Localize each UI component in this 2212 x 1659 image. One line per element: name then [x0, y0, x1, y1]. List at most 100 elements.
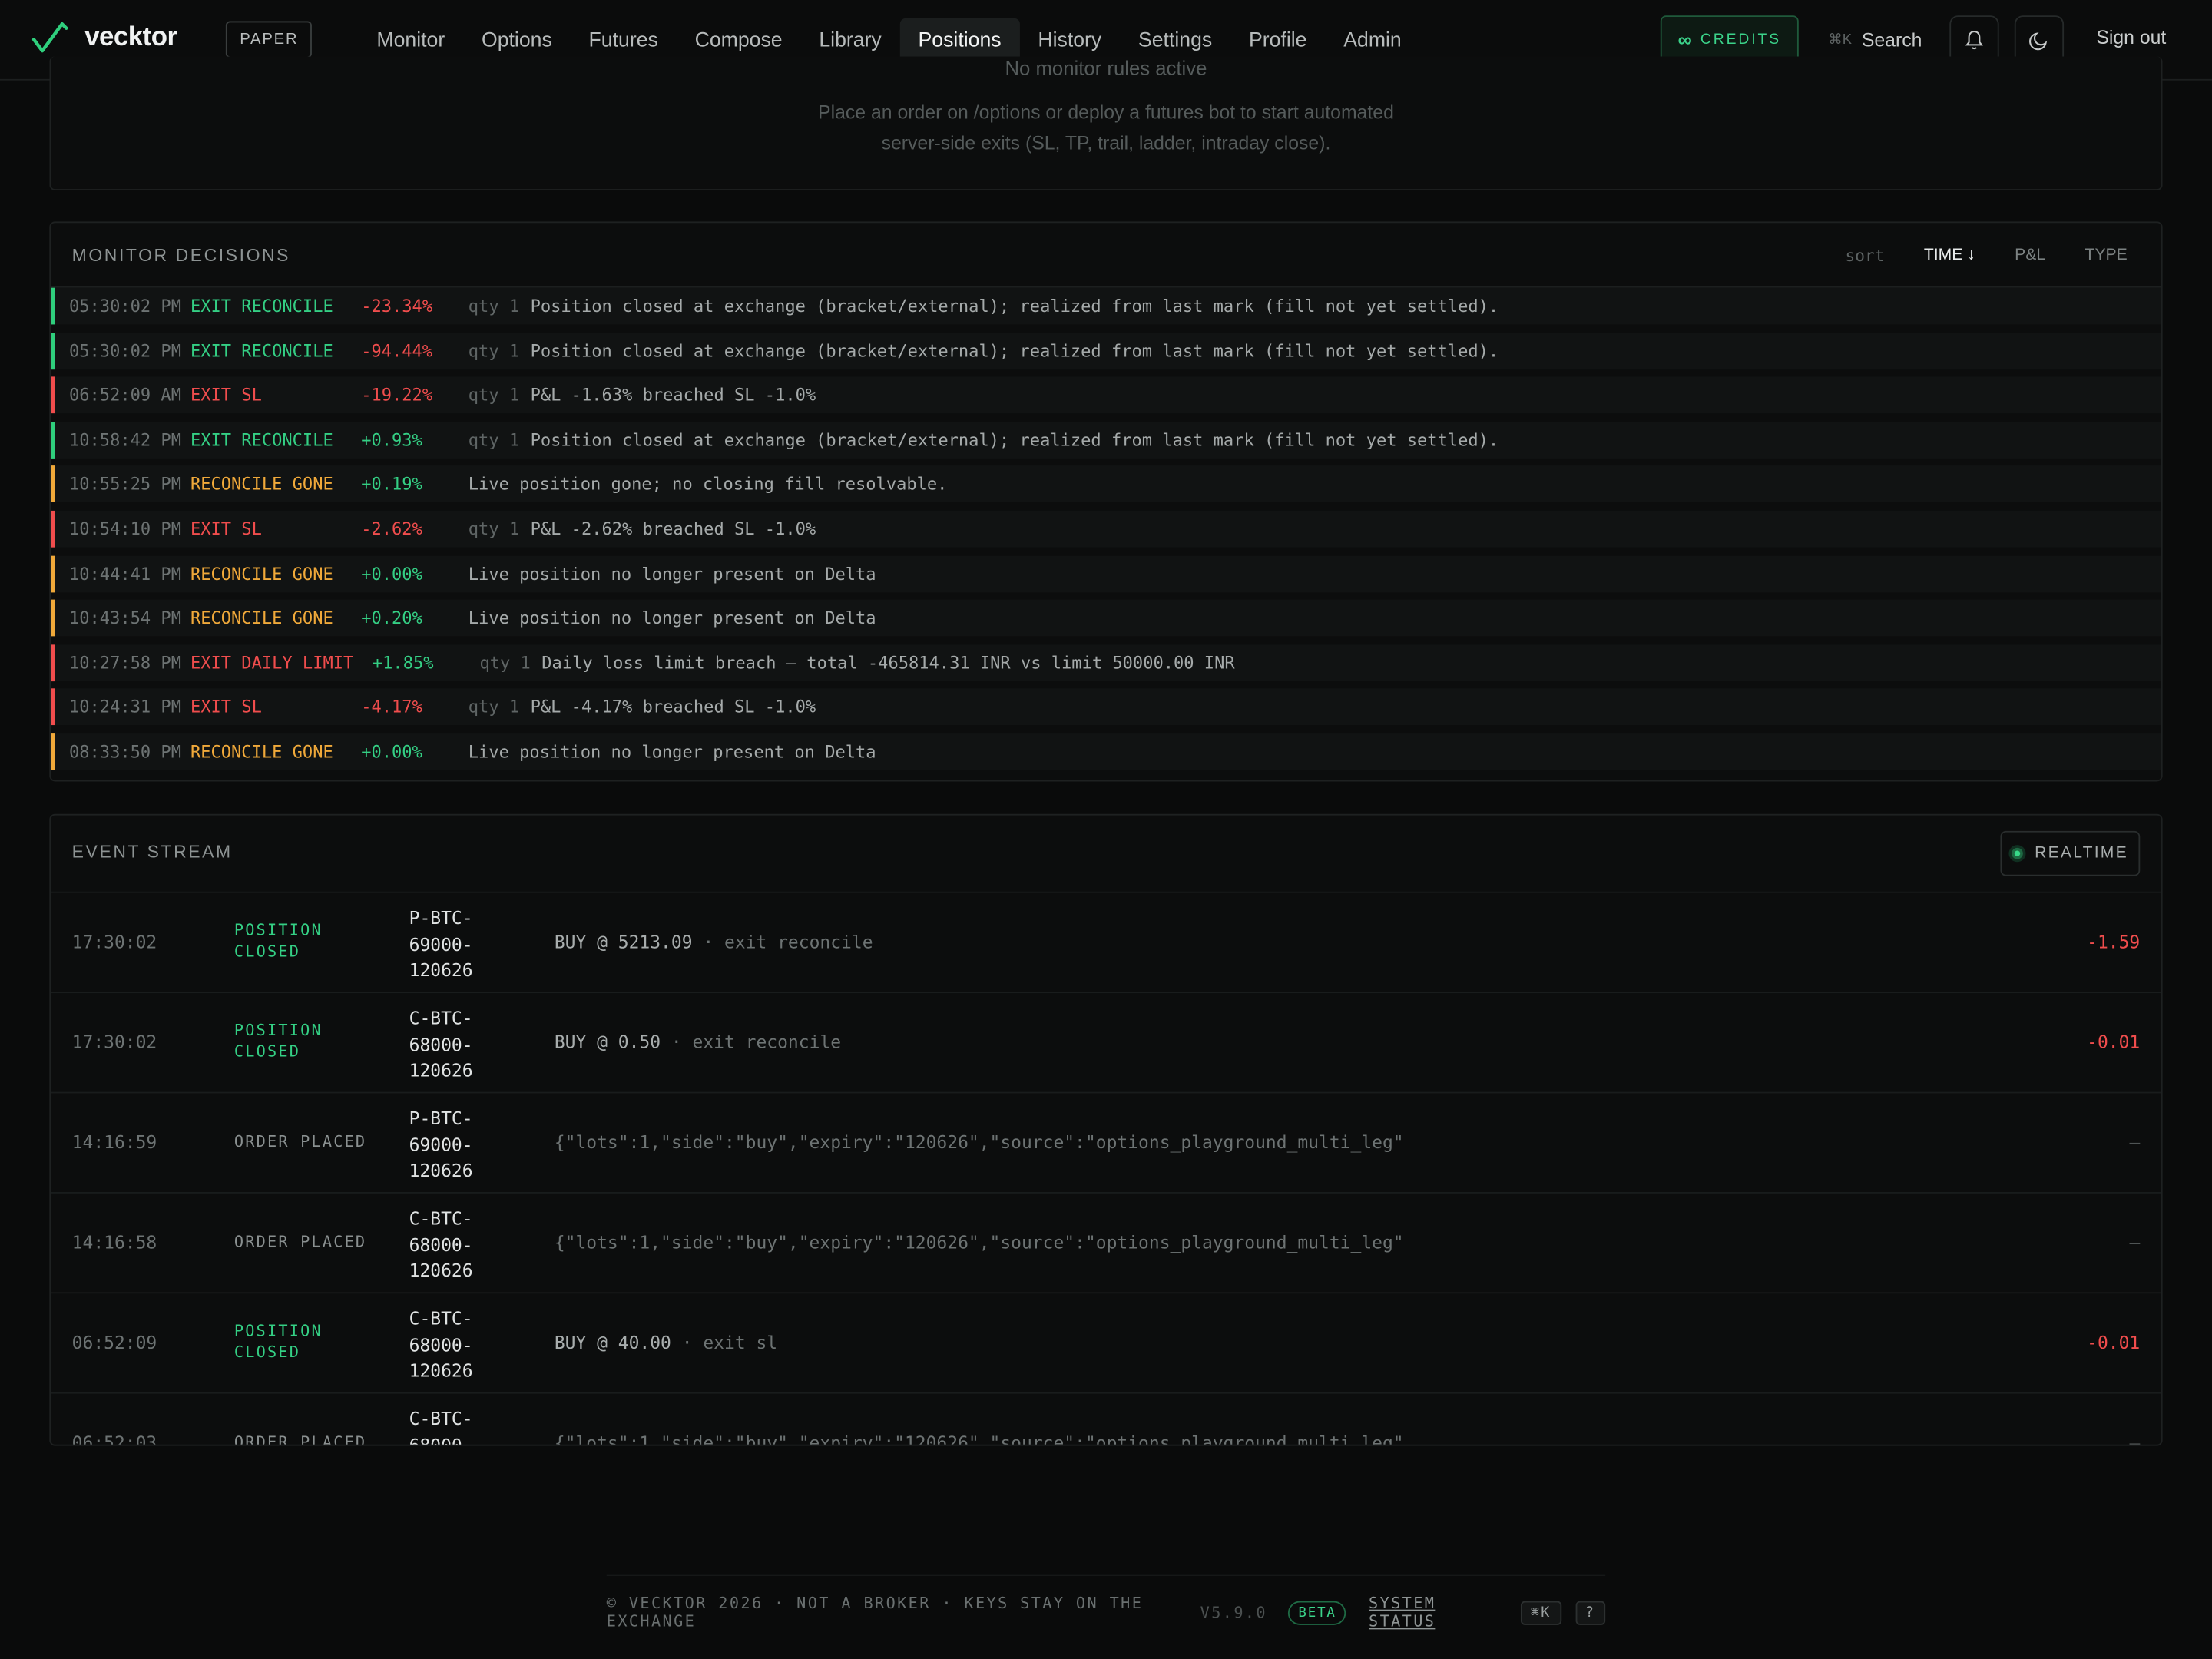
event-desc-sub: {"lots":1,"side":"buy","expiry":"120626"…: [554, 1432, 1404, 1446]
beta-badge: BETA: [1288, 1600, 1346, 1624]
event-row[interactable]: 06:52:09 POSITION CLOSED C-BTC- 68000- 120626…: [51, 1292, 2161, 1392]
event-row[interactable]: 14:16:59 ORDER PLACED P-BTC- 69000- 120626 {"…: [51, 1091, 2161, 1192]
event-time: 14:16:59: [71, 1131, 157, 1153]
decision-time: 05:30:02 PM: [68, 340, 181, 361]
decision-qty: qty 1: [468, 296, 520, 316]
event-kind-line-2: CLOSED: [233, 1042, 301, 1061]
decision-row[interactable]: 10:54:10 PM EXIT SL -2.62% qty 1 P&L -2.62% …: [51, 510, 2161, 548]
decision-pnl: +0.20%: [361, 608, 422, 628]
decision-row[interactable]: 10:24:31 PM EXIT SL -4.17% qty 1 P&L -4.17% …: [51, 689, 2161, 726]
event-time: 17:30:02: [71, 931, 157, 952]
decision-row[interactable]: 05:30:02 PM EXIT RECONCILE -23.34% qty 1 Pos…: [51, 287, 2161, 325]
sign-out-link[interactable]: Sign out: [2096, 27, 2166, 48]
sort-bar: sort TIME ↓ P&L TYPE: [1846, 246, 2128, 266]
decision-time: 08:33:50 PM: [68, 742, 181, 762]
decision-time: 10:55:25 PM: [68, 474, 181, 495]
event-desc-sub: · exit sl: [671, 1331, 778, 1353]
event-kind-line-1: ORDER PLACED: [233, 1233, 367, 1252]
help-button[interactable]: ?: [1575, 1600, 1606, 1624]
decision-pnl: +0.19%: [361, 474, 422, 495]
decision-row[interactable]: 05:30:02 PM EXIT RECONCILE -94.44% qty 1 Pos…: [51, 332, 2161, 369]
sort-type-button[interactable]: TYPE: [2085, 247, 2128, 263]
decisions-title: MONITOR DECISIONS: [71, 245, 291, 266]
event-kind-line-2: CLOSED: [233, 942, 301, 961]
event-symbol[interactable]: C-BTC- 68000- 120626: [409, 1006, 473, 1084]
event-pnl: –: [2129, 1432, 2141, 1446]
decision-qty: qty 1: [468, 518, 520, 539]
decision-pnl: -4.17%: [361, 697, 422, 717]
decision-qty: qty 1: [468, 697, 520, 717]
search-button[interactable]: ⌘K Search: [1828, 22, 1922, 58]
decision-type: EXIT DAILY LIMIT: [190, 653, 354, 673]
event-kind-line-1: POSITION: [233, 1021, 323, 1040]
event-symbol[interactable]: P-BTC- 69000- 120626: [409, 1106, 473, 1184]
decision-message: Live position no longer present on Delta: [468, 563, 876, 584]
event-row[interactable]: 17:30:02 POSITION CLOSED C-BTC- 68000- 120626…: [51, 992, 2161, 1091]
decision-message: Live position gone; no closing fill reso…: [468, 474, 948, 495]
event-symbol-part: 69000-: [409, 1133, 473, 1155]
event-row[interactable]: 17:30:02 POSITION CLOSED P-BTC- 69000- 120626…: [51, 891, 2161, 992]
decision-time: 06:52:09 AM: [68, 385, 181, 406]
event-kind-line-2: CLOSED: [233, 1343, 301, 1362]
event-symbol-part: C-BTC-: [409, 1007, 473, 1028]
decision-message: Live position no longer present on Delta: [468, 742, 876, 762]
decision-row[interactable]: 06:52:09 AM EXIT SL -19.22% qty 1 P&L -1.63%…: [51, 376, 2161, 414]
decision-pnl: -19.22%: [361, 385, 433, 406]
decision-message: P&L -2.62% breached SL -1.0%: [530, 518, 816, 539]
event-symbol[interactable]: C-BTC- 68000-: [409, 1406, 473, 1445]
decision-message: Daily loss limit breach — total -465814.…: [541, 653, 1235, 673]
event-desc-main: BUY @ 0.50: [554, 1031, 661, 1053]
live-dot-icon: [2012, 847, 2024, 859]
event-description: {"lots":1,"side":"buy","expiry":"120626"…: [555, 1432, 1404, 1445]
decision-row[interactable]: 10:58:42 PM EXIT RECONCILE +0.93% qty 1 Posi…: [51, 421, 2161, 459]
decision-type: EXIT SL: [190, 697, 262, 717]
realtime-label: REALTIME: [2035, 845, 2128, 863]
event-row[interactable]: 06:52:03 ORDER PLACED C-BTC- 68000- {"lots":…: [51, 1392, 2161, 1446]
event-kind: POSITION CLOSED: [234, 920, 323, 962]
decision-message: Position closed at exchange (bracket/ext…: [530, 296, 1499, 316]
event-kind-line-1: ORDER PLACED: [233, 1132, 367, 1151]
decision-type: EXIT RECONCILE: [190, 340, 333, 361]
paper-mode-badge[interactable]: PAPER: [225, 21, 313, 58]
decision-message: P&L -4.17% breached SL -1.0%: [530, 697, 816, 717]
event-symbol-part: 69000-: [409, 932, 473, 955]
event-pnl: -0.01: [2087, 1031, 2141, 1053]
decision-row[interactable]: 10:27:58 PM EXIT DAILY LIMIT +1.85% qty 1 Da…: [51, 644, 2161, 681]
decision-pnl: -2.62%: [361, 518, 422, 539]
event-description: BUY @ 5213.09 · exit reconcile: [555, 931, 873, 952]
event-symbol-part: C-BTC-: [409, 1207, 473, 1229]
decision-row[interactable]: 08:33:50 PM RECONCILE GONE +0.00% Live posi…: [51, 733, 2161, 770]
event-symbol-part: P-BTC-: [409, 906, 473, 929]
event-desc-sub: · exit reconcile: [692, 931, 873, 952]
version-label: V5.9.0: [1200, 1603, 1267, 1622]
event-stream-title: EVENT STREAM: [71, 842, 233, 863]
event-row[interactable]: 14:16:58 ORDER PLACED C-BTC- 68000- 120626 {"…: [51, 1192, 2161, 1292]
decision-qty: qty 1: [479, 653, 531, 673]
event-symbol-part: 120626: [409, 1059, 473, 1081]
decision-row[interactable]: 10:55:25 PM RECONCILE GONE +0.19% Live posi…: [51, 465, 2161, 503]
event-time: 06:52:09: [71, 1331, 157, 1353]
sort-label: sort: [1845, 245, 1885, 266]
event-kind: ORDER PLACED: [234, 1131, 366, 1153]
search-shortcut: ⌘K: [1828, 31, 1852, 48]
decision-pnl: -23.34%: [361, 296, 433, 316]
decision-time: 10:27:58 PM: [68, 653, 181, 673]
command-palette-shortcut[interactable]: ⌘K: [1520, 1600, 1561, 1624]
event-symbol[interactable]: C-BTC- 68000- 120626: [409, 1206, 473, 1284]
decision-row[interactable]: 10:43:54 PM RECONCILE GONE +0.20% Live posi…: [51, 599, 2161, 637]
empty-rules-line-1: Place an order on /options or deploy a f…: [818, 101, 1394, 123]
event-time: 17:30:02: [71, 1031, 157, 1053]
event-symbol[interactable]: P-BTC- 69000- 120626: [409, 906, 473, 984]
event-description: {"lots":1,"side":"buy","expiry":"120626"…: [555, 1131, 1404, 1153]
realtime-toggle[interactable]: REALTIME: [2000, 830, 2141, 876]
event-symbol[interactable]: C-BTC- 68000- 120626: [409, 1306, 473, 1385]
decision-type: EXIT SL: [190, 518, 262, 539]
sort-pnl-button[interactable]: P&L: [2015, 247, 2045, 263]
decision-time: 10:43:54 PM: [68, 608, 181, 628]
event-pnl: –: [2129, 1231, 2141, 1253]
event-description: BUY @ 40.00 · exit sl: [555, 1332, 777, 1353]
decision-row[interactable]: 10:44:41 PM RECONCILE GONE +0.00% Live posi…: [51, 555, 2161, 592]
sort-time-button[interactable]: TIME ↓: [1924, 247, 1975, 263]
system-status-link[interactable]: SYSTEM STATUS: [1369, 1594, 1499, 1631]
logo[interactable]: vecktor: [31, 20, 177, 57]
